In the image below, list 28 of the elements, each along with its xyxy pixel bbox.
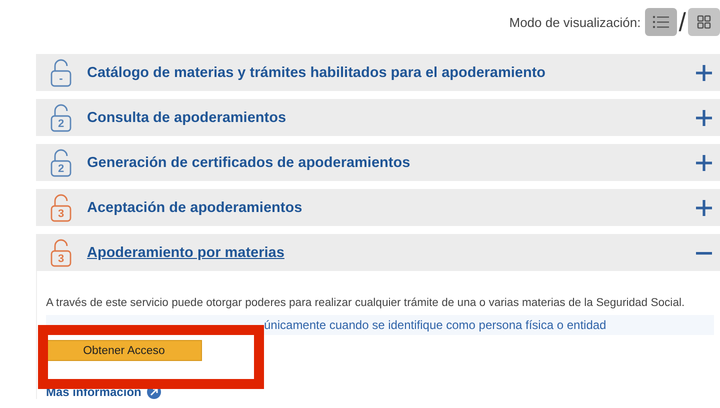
section-title[interactable]: Aceptación de apoderamientos: [87, 200, 696, 216]
level-number: -: [58, 73, 64, 85]
separator-slash: /: [678, 6, 686, 38]
section-title[interactable]: Consulta de apoderamientos: [87, 110, 696, 126]
expand-icon[interactable]: [696, 110, 712, 126]
expand-icon[interactable]: [696, 200, 712, 216]
accordion-header[interactable]: - Catálogo de materias y trámites habilitados para el apoderamiento: [36, 54, 720, 91]
level-number: 2: [56, 163, 66, 175]
accordion-header[interactable]: 3 Aceptación de apoderamientos: [36, 189, 720, 226]
accordion-header[interactable]: 2 Consulta de apoderamientos: [36, 99, 720, 136]
level-number: 3: [56, 208, 66, 220]
view-mode-label: Modo de visualización:: [509, 14, 641, 30]
section-title[interactable]: Apoderamiento por materias: [87, 244, 696, 260]
expand-icon[interactable]: [696, 154, 712, 170]
section-title[interactable]: Catálogo de materias y trámites habilitados para el apoderamiento: [87, 64, 696, 80]
list-view-button[interactable]: [644, 8, 677, 36]
section-title[interactable]: Generación de certificados de apoderamientos: [87, 154, 696, 170]
accordion-header[interactable]: 3 Apoderamiento por materias: [36, 234, 720, 271]
level-number: 2: [56, 118, 66, 130]
level-number: 3: [56, 253, 66, 265]
expand-icon[interactable]: [696, 64, 712, 80]
list-icon: [652, 16, 669, 28]
description-text: A través de este servicio puede otorgar poderes para realizar cualquier trámite de una o varias materias de la Seguridad Social.: [46, 297, 686, 309]
grid-icon: [697, 15, 711, 29]
accordion-header[interactable]: 2 Generación de certificados de apoderamientos: [36, 144, 720, 181]
notice-text: únicamente cuando se identifique como persona física o entidad: [264, 318, 606, 332]
grid-view-button[interactable]: [688, 8, 720, 36]
access-button[interactable]: Obtener Acceso: [46, 340, 202, 361]
